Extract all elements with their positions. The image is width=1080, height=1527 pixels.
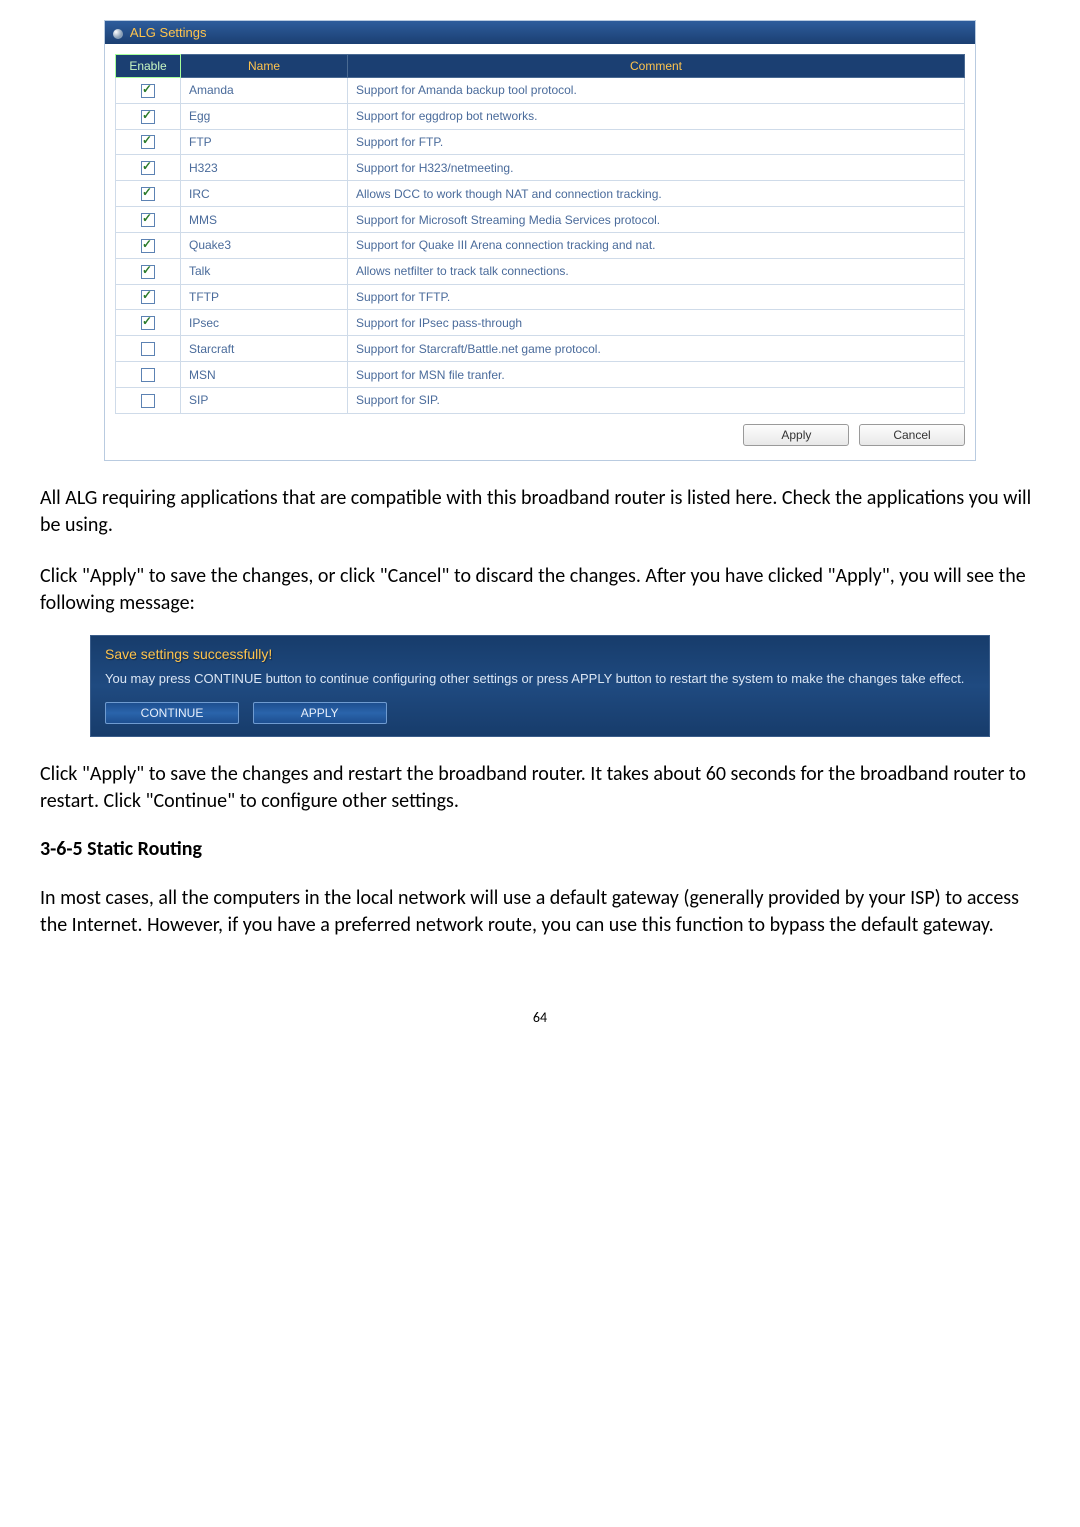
alg-settings-panel: ALG Settings Enable Name Comment AmandaS… bbox=[104, 20, 976, 461]
alg-body: Enable Name Comment AmandaSupport for Am… bbox=[105, 44, 975, 460]
alg-button-row: Apply Cancel bbox=[115, 414, 965, 446]
enable-checkbox[interactable] bbox=[141, 110, 155, 124]
col-name: Name bbox=[181, 55, 348, 78]
comment-cell: Support for eggdrop bot networks. bbox=[348, 103, 965, 129]
alg-table: Enable Name Comment AmandaSupport for Am… bbox=[115, 54, 965, 414]
enable-checkbox[interactable] bbox=[141, 239, 155, 253]
paragraph-3: Click "Apply" to save the changes and re… bbox=[40, 761, 1040, 815]
enable-checkbox[interactable] bbox=[141, 161, 155, 175]
comment-cell: Allows DCC to work though NAT and connec… bbox=[348, 181, 965, 207]
enable-checkbox[interactable] bbox=[141, 394, 155, 408]
comment-cell: Support for Quake III Arena connection t… bbox=[348, 232, 965, 258]
enable-checkbox[interactable] bbox=[141, 84, 155, 98]
comment-cell: Support for Amanda backup tool protocol. bbox=[348, 78, 965, 104]
comment-cell: Allows netfilter to track talk connectio… bbox=[348, 258, 965, 284]
cancel-button[interactable]: Cancel bbox=[859, 424, 965, 446]
enable-cell bbox=[116, 387, 181, 413]
table-row: IPsecSupport for IPsec pass-through bbox=[116, 310, 965, 336]
table-row: TFTPSupport for TFTP. bbox=[116, 284, 965, 310]
name-cell: IRC bbox=[181, 181, 348, 207]
name-cell: MMS bbox=[181, 207, 348, 233]
alg-title-bar: ALG Settings bbox=[105, 21, 975, 44]
enable-cell bbox=[116, 103, 181, 129]
name-cell: Quake3 bbox=[181, 232, 348, 258]
enable-cell bbox=[116, 155, 181, 181]
enable-checkbox[interactable] bbox=[141, 368, 155, 382]
enable-checkbox[interactable] bbox=[141, 135, 155, 149]
comment-cell: Support for H323/netmeeting. bbox=[348, 155, 965, 181]
paragraph-1: All ALG requiring applications that are … bbox=[40, 485, 1040, 539]
save-title: Save settings successfully! bbox=[105, 646, 975, 662]
name-cell: H323 bbox=[181, 155, 348, 181]
comment-cell: Support for TFTP. bbox=[348, 284, 965, 310]
enable-checkbox[interactable] bbox=[141, 342, 155, 356]
enable-cell bbox=[116, 129, 181, 155]
comment-cell: Support for Starcraft/Battle.net game pr… bbox=[348, 336, 965, 362]
table-row: EggSupport for eggdrop bot networks. bbox=[116, 103, 965, 129]
col-enable: Enable bbox=[116, 55, 181, 78]
table-row: MMSSupport for Microsoft Streaming Media… bbox=[116, 207, 965, 233]
apply-system-button[interactable]: APPLY bbox=[253, 702, 387, 724]
table-row: StarcraftSupport for Starcraft/Battle.ne… bbox=[116, 336, 965, 362]
apply-button[interactable]: Apply bbox=[743, 424, 849, 446]
name-cell: TFTP bbox=[181, 284, 348, 310]
col-comment: Comment bbox=[348, 55, 965, 78]
comment-cell: Support for IPsec pass-through bbox=[348, 310, 965, 336]
table-row: FTPSupport for FTP. bbox=[116, 129, 965, 155]
page-number: 64 bbox=[30, 1009, 1050, 1026]
paragraph-4: In most cases, all the computers in the … bbox=[40, 885, 1040, 939]
enable-checkbox[interactable] bbox=[141, 213, 155, 227]
enable-cell bbox=[116, 232, 181, 258]
enable-checkbox[interactable] bbox=[141, 316, 155, 330]
table-row: SIPSupport for SIP. bbox=[116, 387, 965, 413]
table-row: TalkAllows netfilter to track talk conne… bbox=[116, 258, 965, 284]
enable-cell bbox=[116, 78, 181, 104]
continue-button[interactable]: CONTINUE bbox=[105, 702, 239, 724]
name-cell: Starcraft bbox=[181, 336, 348, 362]
name-cell: IPsec bbox=[181, 310, 348, 336]
comment-cell: Support for MSN file tranfer. bbox=[348, 362, 965, 388]
enable-cell bbox=[116, 207, 181, 233]
comment-cell: Support for SIP. bbox=[348, 387, 965, 413]
name-cell: MSN bbox=[181, 362, 348, 388]
enable-cell bbox=[116, 336, 181, 362]
name-cell: FTP bbox=[181, 129, 348, 155]
name-cell: Egg bbox=[181, 103, 348, 129]
comment-cell: Support for Microsoft Streaming Media Se… bbox=[348, 207, 965, 233]
name-cell: Talk bbox=[181, 258, 348, 284]
save-settings-panel: Save settings successfully! You may pres… bbox=[90, 635, 990, 737]
table-row: MSNSupport for MSN file tranfer. bbox=[116, 362, 965, 388]
enable-checkbox[interactable] bbox=[141, 187, 155, 201]
enable-checkbox[interactable] bbox=[141, 265, 155, 279]
enable-cell bbox=[116, 310, 181, 336]
section-heading: 3-6-5 Static Routing bbox=[40, 837, 1040, 861]
name-cell: SIP bbox=[181, 387, 348, 413]
enable-checkbox[interactable] bbox=[141, 290, 155, 304]
enable-cell bbox=[116, 181, 181, 207]
paragraph-2: Click "Apply" to save the changes, or cl… bbox=[40, 563, 1040, 617]
table-row: H323Support for H323/netmeeting. bbox=[116, 155, 965, 181]
table-row: Quake3Support for Quake III Arena connec… bbox=[116, 232, 965, 258]
comment-cell: Support for FTP. bbox=[348, 129, 965, 155]
name-cell: Amanda bbox=[181, 78, 348, 104]
bullet-icon bbox=[113, 29, 123, 39]
enable-cell bbox=[116, 284, 181, 310]
enable-cell bbox=[116, 362, 181, 388]
save-message: You may press CONTINUE button to continu… bbox=[105, 670, 975, 688]
alg-title-text: ALG Settings bbox=[130, 25, 207, 40]
enable-cell bbox=[116, 258, 181, 284]
table-row: IRCAllows DCC to work though NAT and con… bbox=[116, 181, 965, 207]
table-row: AmandaSupport for Amanda backup tool pro… bbox=[116, 78, 965, 104]
